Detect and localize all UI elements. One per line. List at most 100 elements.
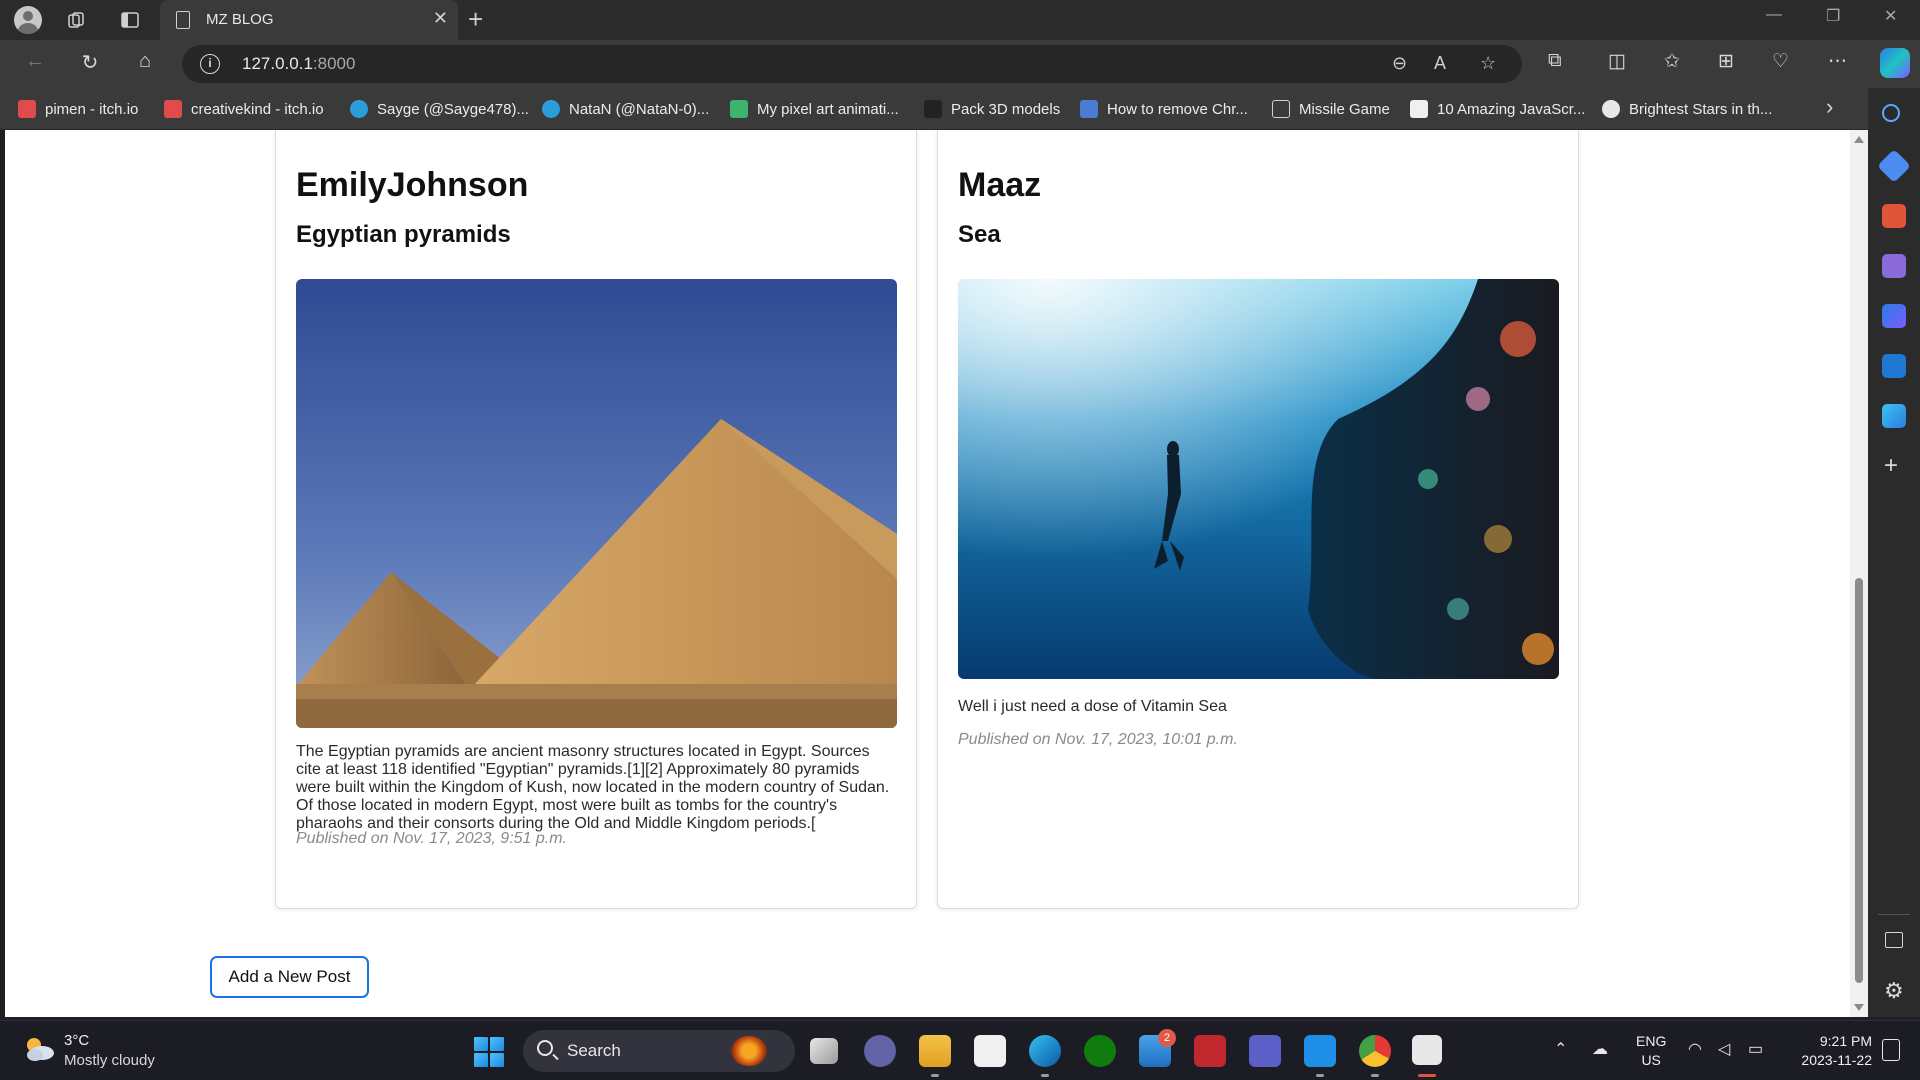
battery-icon[interactable]: ▭ (1748, 1039, 1763, 1059)
page-scrollbar[interactable] (1850, 130, 1868, 1017)
chevron-right-icon[interactable]: › (1826, 94, 1833, 120)
search-label: Search (567, 1041, 621, 1060)
bookmark-item[interactable]: pimen - itch.io (18, 97, 138, 121)
restore-button[interactable]: ❐ (1826, 6, 1840, 26)
post-body: The Egyptian pyramids are ancient masonr… (296, 743, 890, 832)
post-published-date: Published on Nov. 17, 2023, 9:51 p.m. (296, 830, 567, 847)
drop-icon[interactable] (1882, 404, 1906, 428)
copilot-sidebar-icon[interactable] (1882, 304, 1906, 328)
profile-avatar[interactable] (14, 6, 42, 34)
refresh-icon[interactable]: ↻ (75, 50, 105, 75)
article-icon (1080, 100, 1098, 118)
task-view-icon[interactable] (810, 1038, 838, 1064)
snipping-tool-icon[interactable] (1412, 1035, 1442, 1065)
shopping-tag-icon[interactable] (1877, 149, 1911, 183)
scrollbar-thumb[interactable] (1855, 578, 1863, 983)
onedrive-error-icon[interactable]: ☁ (1592, 1039, 1608, 1059)
app-running-indicator (931, 1074, 939, 1077)
app-running-indicator (1371, 1074, 1379, 1077)
tab-actions-icon[interactable] (116, 6, 144, 34)
address-bar[interactable]: i 127.0.0.1:8000 ⊖ A ☆ (182, 45, 1522, 83)
tools-icon[interactable] (1882, 204, 1906, 228)
post-body: Well i just need a dose of Vitamin Sea (958, 698, 1227, 715)
edge-browser-icon[interactable] (1029, 1035, 1061, 1067)
scroll-up-icon[interactable] (1854, 136, 1864, 143)
system-clock[interactable]: 9:21 PM 2023-11-22 (1786, 1032, 1872, 1070)
microsoft-store-icon[interactable] (974, 1035, 1006, 1067)
input-language[interactable]: ENG US (1636, 1032, 1666, 1070)
site-info-icon[interactable]: i (200, 54, 220, 74)
bookmark-item[interactable]: Missile Game (1272, 97, 1390, 121)
page-icon (176, 11, 190, 29)
app-running-indicator (1041, 1074, 1049, 1077)
extensions-icon[interactable]: ⧉ (1548, 50, 1562, 72)
chrome-icon[interactable] (1359, 1035, 1391, 1067)
browser-toolbar: ← ↻ ⌂ i 127.0.0.1:8000 ⊖ A ☆ ⧉ ◫ ✩ ⊞ ♡ ⋯ (0, 40, 1920, 88)
collections-icon[interactable]: ⊞ (1718, 50, 1734, 73)
wifi-icon[interactable]: ◠ (1688, 1039, 1702, 1059)
bookmark-item[interactable]: NataN (@NataN-0)... (542, 97, 709, 121)
search-icon[interactable] (1882, 104, 1900, 122)
weather-condition[interactable]: Mostly cloudy (64, 1052, 155, 1069)
add-new-post-button[interactable]: Add a New Post (210, 956, 369, 998)
add-sidebar-app-icon[interactable]: + (1884, 452, 1898, 480)
xbox-icon[interactable] (1084, 1035, 1116, 1067)
chat-icon[interactable] (864, 1035, 896, 1067)
search-highlight-icon (731, 1036, 767, 1066)
bookmark-item[interactable]: Sayge (@Sayge478)... (350, 97, 529, 121)
weather-temperature[interactable]: 3°C (64, 1032, 89, 1049)
favorite-star-icon[interactable]: ☆ (1480, 53, 1496, 74)
split-screen-icon[interactable]: ◫ (1608, 50, 1626, 73)
games-icon[interactable] (1882, 254, 1906, 278)
browser-tab[interactable]: MZ BLOG ✕ (160, 0, 458, 40)
file-explorer-icon[interactable] (919, 1035, 951, 1067)
minimize-button[interactable]: — (1766, 6, 1782, 24)
more-menu-icon[interactable]: ⋯ (1828, 50, 1847, 73)
weather-cloudy-icon[interactable] (22, 1035, 56, 1063)
bookmark-item[interactable]: Brightest Stars in th... (1602, 97, 1772, 121)
bookmark-item[interactable]: Pack 3D models (924, 97, 1060, 121)
bookmark-item[interactable]: 10 Amazing JavaScr... (1410, 97, 1585, 121)
zoom-icon[interactable]: ⊖ (1392, 53, 1407, 74)
notifications-icon[interactable] (1882, 1039, 1900, 1061)
post-title: Egyptian pyramids (296, 221, 511, 248)
volume-icon[interactable]: ◁ (1718, 1039, 1730, 1059)
app-active-indicator (1418, 1074, 1436, 1077)
back-arrow-icon[interactable]: ← (20, 50, 50, 73)
favorites-icon[interactable]: ✩ (1664, 50, 1680, 73)
hide-sidebar-icon[interactable] (1885, 932, 1903, 948)
game-launcher-icon[interactable] (1194, 1035, 1226, 1067)
edge-sidebar: + ⚙ (1868, 88, 1920, 1017)
sea-diver-image (958, 279, 1559, 679)
read-aloud-icon[interactable]: A (1434, 53, 1446, 74)
home-icon[interactable]: ⌂ (130, 50, 160, 73)
scroll-down-icon[interactable] (1854, 1004, 1864, 1011)
bookmark-item[interactable]: creativekind - itch.io (164, 97, 324, 121)
mail-unread-badge: 2 (1158, 1029, 1176, 1047)
itchio-icon (164, 100, 182, 118)
workspaces-icon[interactable] (62, 6, 90, 34)
wordpress-icon (1602, 100, 1620, 118)
performance-icon[interactable]: ♡ (1772, 50, 1789, 73)
outlook-icon[interactable] (1882, 354, 1906, 378)
teams-icon[interactable] (1249, 1035, 1281, 1067)
bookmark-item[interactable]: My pixel art animati... (730, 97, 899, 121)
bookmarks-bar: pimen - itch.io creativekind - itch.io S… (0, 88, 1868, 130)
close-window-button[interactable]: ✕ (1884, 6, 1897, 26)
vscode-icon[interactable] (1304, 1035, 1336, 1067)
sketchfab-icon (542, 100, 560, 118)
new-tab-button[interactable]: + (468, 4, 483, 35)
windows-start-icon[interactable] (474, 1037, 504, 1067)
bookmark-item[interactable]: How to remove Chr... (1080, 97, 1248, 121)
taskbar-search-box[interactable]: Search (523, 1030, 795, 1072)
chevron-up-icon[interactable]: ⌃ (1554, 1039, 1567, 1059)
close-tab-icon[interactable]: ✕ (433, 8, 448, 29)
post-author: EmilyJohnson (296, 166, 529, 204)
sketchfab-icon (350, 100, 368, 118)
tab-title: MZ BLOG (206, 11, 274, 28)
post-published-date: Published on Nov. 17, 2023, 10:01 p.m. (958, 731, 1238, 748)
search-icon (537, 1040, 553, 1056)
3d-models-icon (924, 100, 942, 118)
settings-gear-icon[interactable]: ⚙ (1884, 978, 1904, 1004)
copilot-icon[interactable] (1880, 48, 1910, 78)
